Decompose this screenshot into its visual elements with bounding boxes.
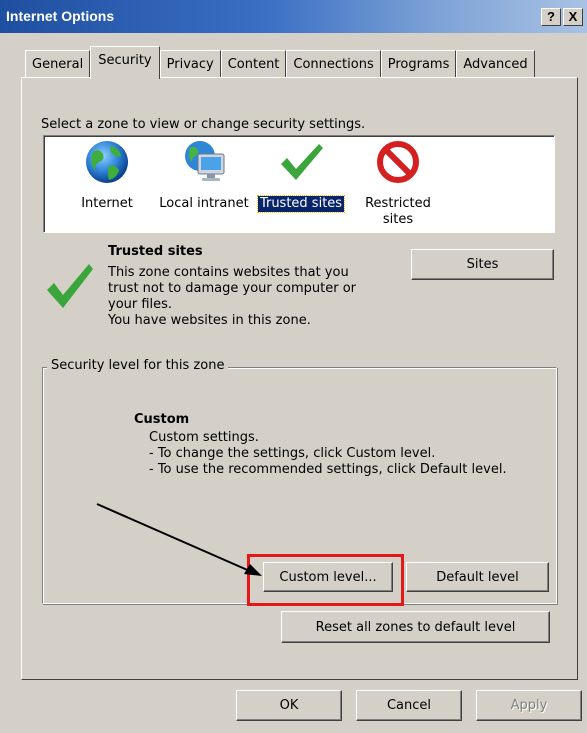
window-title: Internet Options (6, 8, 115, 24)
help-button[interactable]: ? (541, 8, 561, 26)
reset-all-zones-button[interactable]: Reset all zones to default level (281, 611, 550, 643)
zone-trusted-sites-label: Trusted sites (256, 195, 346, 213)
restricted-icon (377, 141, 419, 183)
intranet-icon (185, 141, 225, 181)
zone-restricted-sites[interactable]: Restricted sites (348, 138, 448, 228)
title-bar[interactable]: Internet Options ? X (0, 0, 587, 33)
close-button[interactable]: X (563, 8, 583, 26)
zone-trusted-sites[interactable]: Trusted sites (251, 138, 351, 213)
cancel-button[interactable]: Cancel (356, 690, 462, 721)
internet-options-window: Internet Options ? X General Security Pr… (0, 0, 587, 733)
zone-list: Internet Local intranet Trusted sites Re… (43, 135, 555, 233)
tab-privacy[interactable]: Privacy (159, 50, 221, 78)
default-level-button[interactable]: Default level (406, 562, 549, 592)
highlight-box (247, 554, 404, 606)
select-zone-label: Select a zone to view or change security… (41, 117, 366, 132)
tab-advanced[interactable]: Advanced (456, 50, 535, 78)
sites-button[interactable]: Sites (411, 249, 554, 280)
tab-content[interactable]: Content (220, 50, 287, 78)
tab-security[interactable]: Security (90, 46, 160, 79)
zone-internet[interactable]: Internet (57, 138, 157, 212)
apply-button[interactable]: Apply (476, 690, 582, 721)
globe-icon (86, 141, 128, 183)
tab-general[interactable]: General (25, 50, 91, 78)
checkmark-icon (281, 144, 323, 180)
zone-internet-label: Internet (81, 196, 133, 211)
ok-button[interactable]: OK (236, 690, 342, 721)
security-level-description: Custom settings. - To change the setting… (149, 430, 507, 477)
trusted-sites-checkmark-icon (47, 264, 93, 308)
zone-local-intranet-label: Local intranet (159, 196, 249, 211)
zone-title: Trusted sites (108, 244, 203, 259)
zone-description: This zone contains websites that you tru… (108, 265, 357, 328)
security-level-legend: Security level for this zone (47, 358, 229, 373)
tab-connections[interactable]: Connections (286, 50, 381, 78)
security-level-title: Custom (134, 412, 190, 427)
zone-restricted-sites-label: Restricted sites (365, 196, 431, 227)
zone-local-intranet[interactable]: Local intranet (154, 138, 254, 212)
tab-programs[interactable]: Programs (380, 50, 457, 78)
tab-strip: General Security Privacy Content Connect… (25, 46, 535, 79)
